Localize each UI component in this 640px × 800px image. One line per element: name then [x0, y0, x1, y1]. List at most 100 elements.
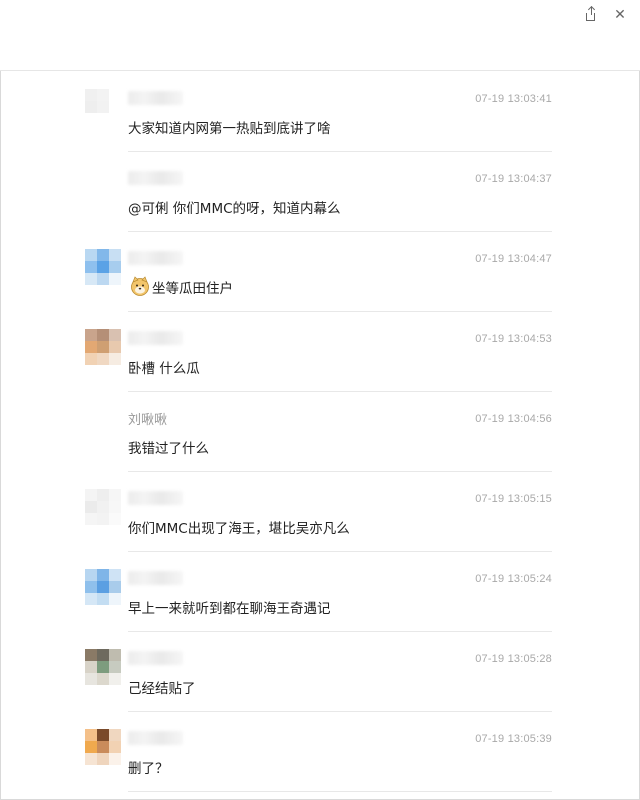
avatar-pixel [109, 581, 121, 593]
avatar-pixel [97, 101, 109, 113]
avatar-pixel [109, 273, 121, 285]
avatar-pixel [85, 101, 97, 113]
avatar-pixel [85, 569, 97, 581]
avatar-pixel [97, 433, 109, 445]
avatar-pixel [97, 741, 109, 753]
avatar-pixel [109, 489, 121, 501]
message-divider [128, 311, 552, 312]
avatar-pixel [97, 661, 109, 673]
avatar-pixel [85, 353, 97, 365]
avatar-pixel [85, 341, 97, 353]
message-item: 07-19 13:04:37 @可俐 你们MMC的呀，知道内幕么 [85, 157, 552, 237]
message-item: 07-19 13:05:24 早上一来就听到都在聊海王奇遇记 [85, 557, 552, 637]
message-timestamp: 07-19 13:05:15 [475, 493, 552, 505]
avatar-pixel [97, 169, 109, 181]
share-icon[interactable] [582, 7, 598, 23]
message-timestamp: 07-19 13:05:24 [475, 573, 552, 585]
message-item: 07-19 13:04:53 卧槽 什么瓜 [85, 317, 552, 397]
avatar-pixel [97, 113, 109, 125]
sender-name[interactable]: 刘啾啾 [128, 409, 167, 428]
avatar-pixel [85, 661, 97, 673]
avatar-pixel [85, 649, 97, 661]
sender-name-redacted [128, 331, 183, 345]
avatar-pixel [85, 89, 97, 101]
sender-name-redacted [128, 571, 183, 585]
avatar-pixel [97, 489, 109, 501]
message-timestamp: 07-19 13:04:56 [475, 413, 552, 425]
avatar-pixel [109, 329, 121, 341]
avatar-pixel [109, 741, 121, 753]
message-timestamp: 07-19 13:04:53 [475, 333, 552, 345]
avatar[interactable] [85, 169, 121, 205]
avatar-pixel [109, 729, 121, 741]
avatar[interactable] [85, 729, 121, 765]
sender-name-redacted [128, 91, 183, 105]
share-box-shape [585, 7, 595, 21]
avatar-pixel [97, 569, 109, 581]
message-divider [128, 391, 552, 392]
sender-name-redacted [128, 651, 183, 665]
avatar-pixel [97, 501, 109, 513]
avatar-pixel [97, 753, 109, 765]
avatar-pixel [85, 729, 97, 741]
avatar-pixel [97, 421, 109, 433]
avatar-pixel [109, 421, 121, 433]
message-text: 卧槽 什么瓜 [128, 361, 200, 377]
avatar-pixel [85, 421, 97, 433]
avatar-pixel [85, 261, 97, 273]
avatar-pixel [97, 593, 109, 605]
message-divider [128, 151, 552, 152]
avatar-pixel [109, 261, 121, 273]
avatar-pixel [85, 489, 97, 501]
avatar[interactable] [85, 649, 121, 685]
message-timestamp: 07-19 13:04:37 [475, 173, 552, 185]
avatar[interactable] [85, 409, 121, 445]
avatar-pixel [109, 353, 121, 365]
avatar-pixel [97, 353, 109, 365]
avatar-pixel [85, 581, 97, 593]
avatar[interactable] [85, 89, 121, 125]
avatar-pixel [85, 113, 97, 125]
avatar-pixel [109, 101, 121, 113]
avatar[interactable] [85, 489, 121, 525]
message-text: 大家知道内网第一热贴到底讲了啥 [128, 121, 331, 137]
avatar-pixel [85, 181, 97, 193]
avatar-pixel [109, 181, 121, 193]
close-icon[interactable]: ✕ [612, 7, 628, 23]
avatar-pixel [85, 409, 97, 421]
avatar-pixel [85, 753, 97, 765]
avatar[interactable] [85, 569, 121, 605]
avatar-pixel [109, 649, 121, 661]
message-divider [128, 551, 552, 552]
avatar-pixel [109, 169, 121, 181]
avatar-pixel [85, 433, 97, 445]
avatar-pixel [97, 409, 109, 421]
avatar-pixel [109, 661, 121, 673]
message-item: 刘啾啾 07-19 13:04:56 我错过了什么 [85, 397, 552, 477]
avatar-pixel [109, 593, 121, 605]
avatar-pixel [85, 249, 97, 261]
message-timestamp: 07-19 13:05:28 [475, 653, 552, 665]
avatar-pixel [97, 261, 109, 273]
avatar-pixel [85, 741, 97, 753]
avatar-pixel [85, 513, 97, 525]
doge-emoji-icon [131, 276, 149, 296]
avatar-pixel [97, 181, 109, 193]
message-item: 07-19 13:03:41 大家知道内网第一热贴到底讲了啥 [85, 77, 552, 157]
avatar-pixel [109, 409, 121, 421]
avatar-pixel [97, 249, 109, 261]
titlebar: ✕ [0, 0, 640, 71]
avatar-pixel [97, 329, 109, 341]
avatar-pixel [85, 329, 97, 341]
avatar-pixel [97, 341, 109, 353]
message-item: 07-19 13:05:39 删了？ [85, 717, 552, 797]
avatar-pixel [85, 193, 97, 205]
avatar[interactable] [85, 329, 121, 365]
avatar[interactable] [85, 249, 121, 285]
message-text: 我错过了什么 [128, 441, 209, 457]
avatar-pixel [85, 593, 97, 605]
avatar-pixel [109, 249, 121, 261]
message-timestamp: 07-19 13:05:39 [475, 733, 552, 745]
message-item: 07-19 13:04:47 坐等瓜田住户 [85, 237, 552, 317]
avatar-pixel [109, 193, 121, 205]
